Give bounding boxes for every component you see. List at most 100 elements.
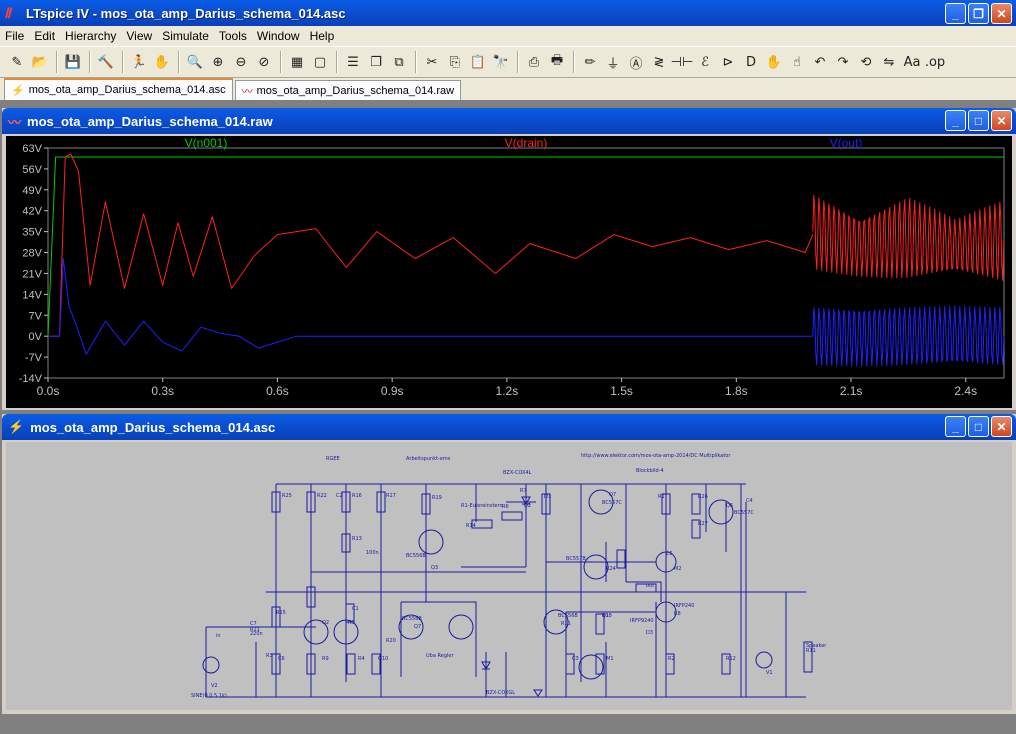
text-icon[interactable]: Aa — [901, 51, 923, 73]
drag-icon[interactable]: ☝ — [786, 51, 808, 73]
schematic-labels: RGEE Arbeitspunkt-ems BZX-COX4L http://www.… — [191, 453, 827, 699]
schematic-label: Q6 — [726, 503, 733, 509]
y-tick-label: 21V — [22, 268, 42, 280]
resistor-icon[interactable]: ≷ — [648, 51, 670, 73]
cascade-icon[interactable]: ❐ — [365, 51, 387, 73]
schematic-drawing[interactable]: RGEE Arbeitspunkt-ems BZX-COX4L http://www.… — [6, 442, 1012, 710]
x-tick-label: 0.3s — [151, 384, 174, 398]
tab-schematic[interactable]: ⚡ mos_ota_amp_Darius_schema_014.asc — [4, 78, 233, 100]
print-icon[interactable]: 🖶 — [546, 51, 568, 73]
inductor-icon[interactable]: ℰ — [694, 51, 716, 73]
x-tick-label: 0.6s — [266, 384, 289, 398]
move-icon[interactable]: ✋ — [763, 51, 785, 73]
draw-wire-icon[interactable]: ✏ — [579, 51, 601, 73]
save-icon[interactable]: 💾 — [62, 51, 84, 73]
waveform-chart[interactable]: 63V56V49V42V35V28V21V14V7V0V-7V-14V0.0s 0… — [6, 136, 1012, 408]
minimize-button[interactable]: _ — [945, 3, 966, 24]
schematic-label: Q3 — [431, 565, 438, 571]
trace-label[interactable]: V(drain) — [505, 136, 548, 150]
schematic-label: R16 — [352, 493, 362, 499]
component-icon[interactable]: D — [740, 51, 762, 73]
ground-icon[interactable]: ⏚ — [602, 51, 624, 73]
waveform-minimize-button[interactable]: _ — [945, 110, 966, 131]
schematic-label: Q1 — [602, 613, 609, 619]
schematic-label: Q10 — [378, 656, 388, 662]
schematic-maximize-button[interactable]: □ — [968, 416, 989, 437]
menu-hierarchy[interactable]: Hierarchy — [60, 29, 121, 43]
open-icon[interactable]: 📂 — [29, 51, 51, 73]
schematic-label: V2 — [211, 683, 218, 689]
find-icon[interactable]: 🔭 — [490, 51, 512, 73]
print-setup-icon[interactable]: ⎙ — [523, 51, 545, 73]
run-icon[interactable]: 🏃 — [128, 51, 150, 73]
x-tick-label: 2.4s — [954, 384, 977, 398]
y-tick-label: 28V — [22, 248, 42, 260]
close-all-icon[interactable]: ⧉ — [388, 51, 410, 73]
zoom-cancel-icon[interactable]: ⊘ — [253, 51, 275, 73]
redo-icon[interactable]: ↷ — [832, 51, 854, 73]
schematic-label: Blockbild-4 — [636, 468, 664, 474]
delete-trace-icon[interactable]: ▢ — [309, 51, 331, 73]
schematic-close-button[interactable]: ✕ — [991, 416, 1012, 437]
trace-label[interactable]: V(out) — [830, 136, 863, 150]
schematic-label: D3 — [646, 630, 653, 636]
toolbar-separator — [336, 51, 338, 73]
close-button[interactable]: ✕ — [991, 3, 1012, 24]
undo-icon[interactable]: ↶ — [809, 51, 831, 73]
schematic-label: in — [216, 633, 221, 639]
tab-waveform[interactable]: 〰 mos_ota_amp_Darius_schema_014.raw — [234, 80, 462, 100]
paste-icon[interactable]: 📋 — [467, 51, 489, 73]
menu-tools[interactable]: Tools — [214, 29, 252, 43]
tile-horizontal-icon[interactable]: ☰ — [342, 51, 364, 73]
waveform-close-button[interactable]: ✕ — [991, 110, 1012, 131]
zoom-out-icon[interactable]: ⊖ — [230, 51, 252, 73]
waveform-maximize-button[interactable]: □ — [968, 110, 989, 131]
schematic-minimize-button[interactable]: _ — [945, 416, 966, 437]
x-tick-label: 1.5s — [610, 384, 633, 398]
schematic-icon[interactable]: ✎ — [6, 51, 28, 73]
schematic-label: R19 — [432, 495, 442, 501]
window-title-bar: Ⅱ LTspice IV - mos_ota_amp_Darius_schema… — [0, 0, 1016, 26]
schematic-window-title: mos_ota_amp_Darius_schema_014.asc — [30, 419, 276, 435]
schematic-label: R15 — [276, 610, 286, 616]
toolbar-separator — [573, 51, 575, 73]
y-tick-label: 49V — [22, 185, 42, 197]
autorange-icon[interactable]: ▦ — [286, 51, 308, 73]
schematic-label: Q7 — [414, 624, 421, 630]
trace-label[interactable]: V(n001) — [185, 136, 228, 150]
schematic-label: R6 — [502, 504, 509, 510]
pan-icon[interactable]: ⊕ — [207, 51, 229, 73]
schematic-label: R20 — [386, 638, 396, 644]
label-net-icon[interactable]: Ⓐ — [625, 51, 647, 73]
copy-icon[interactable]: ⎘ — [444, 51, 466, 73]
control-panel-icon[interactable]: 🔨 — [95, 51, 117, 73]
maximize-button[interactable]: ❐ — [968, 3, 989, 24]
window-controls: _ ❐ ✕ — [945, 3, 1012, 24]
schematic-canvas[interactable]: RGEE Arbeitspunkt-ems BZX-COX4L http://www.… — [6, 442, 1012, 710]
schematic-label: BZX-COX4L — [503, 470, 532, 476]
halt-icon[interactable]: ✋ — [151, 51, 173, 73]
menu-help[interactable]: Help — [305, 29, 340, 43]
menu-window[interactable]: Window — [252, 29, 305, 43]
menu-edit[interactable]: Edit — [29, 29, 60, 43]
y-tick-label: 14V — [22, 289, 42, 301]
cut-icon[interactable]: ✂ — [421, 51, 443, 73]
x-tick-label: 2.1s — [840, 384, 863, 398]
schematic-label: IRFP9240 — [630, 618, 654, 624]
menu-simulate[interactable]: Simulate — [157, 29, 214, 43]
toolbar-separator — [178, 51, 180, 73]
waveform-plot-area[interactable]: 63V 56V 49V 42V 35V 28V 21V 14V 7V 0V -7V -14V 0.0s 0… — [6, 136, 1012, 408]
zoom-in-icon[interactable]: 🔍 — [184, 51, 206, 73]
schematic-window-title-bar: ⚡ mos_ota_amp_Darius_schema_014.asc _ □ … — [2, 414, 1016, 440]
toolbar-separator — [517, 51, 519, 73]
mirror-icon[interactable]: ⇋ — [878, 51, 900, 73]
menu-view[interactable]: View — [121, 29, 157, 43]
diode-icon[interactable]: ⊳ — [717, 51, 739, 73]
menu-file[interactable]: File — [0, 29, 29, 43]
y-tick-label: 35V — [22, 227, 42, 239]
capacitor-icon[interactable]: ⊣⊢ — [671, 51, 694, 73]
rotate-icon[interactable]: ⟲ — [855, 51, 877, 73]
spice-directive-icon[interactable]: .op — [924, 51, 946, 73]
waveform-window-title: mos_ota_amp_Darius_schema_014.raw — [27, 113, 273, 129]
waveform-window-controls: _ □ ✕ — [945, 110, 1012, 131]
